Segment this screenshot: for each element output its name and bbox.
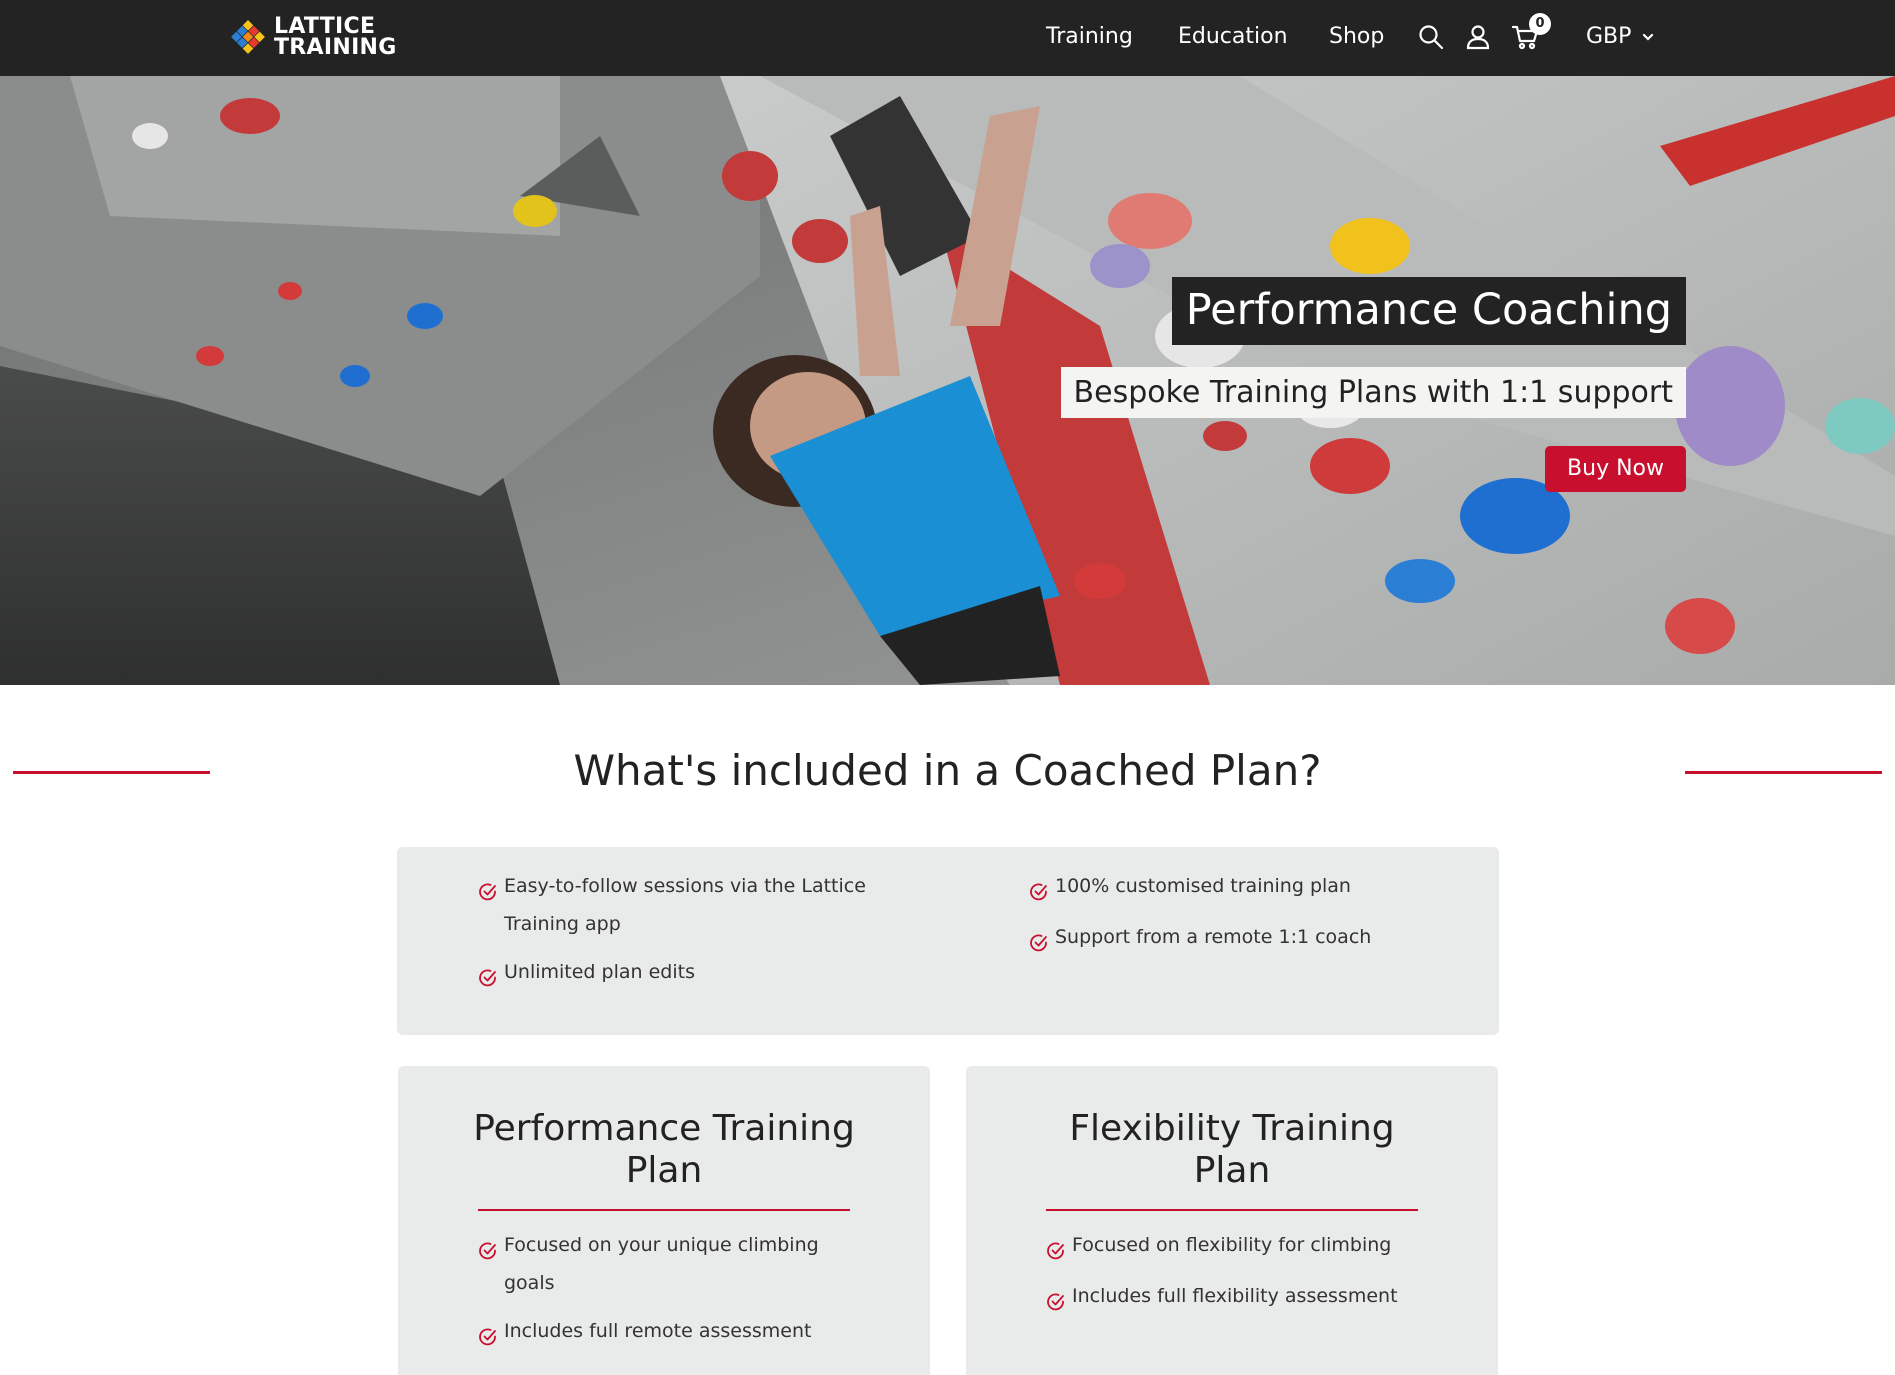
heading-rule-right	[1685, 771, 1882, 774]
hero-subtitle: Bespoke Training Plans with 1:1 support	[1060, 367, 1686, 418]
plan-feature-item: Includes full flexibility assessment	[1046, 1277, 1476, 1315]
logo-line-2: TRAINING	[274, 35, 397, 60]
plan-feature-text: Includes full remote assessment	[504, 1320, 812, 1342]
plan-feature-text: Includes full flexibility assessment	[1072, 1285, 1398, 1307]
feature-item: Unlimited plan edits	[478, 953, 898, 991]
plan-feature-text: Focused on flexibility for climbing	[1072, 1234, 1392, 1256]
feature-text: Support from a remote 1:1 coach	[1055, 926, 1372, 948]
feature-item: 100% customised training plan	[1029, 867, 1449, 905]
plan-title-rule	[478, 1209, 850, 1211]
performance-plan-card[interactable]: Performance Training Plan Focused on you…	[398, 1066, 930, 1375]
logo-line-1: LATTICE	[274, 14, 376, 39]
check-circle-icon	[1029, 928, 1049, 952]
check-circle-icon	[1029, 877, 1049, 901]
currency-selector[interactable]: GBP	[1586, 24, 1655, 49]
plan-title-line-1: Flexibility Training	[1069, 1108, 1395, 1149]
check-circle-icon	[478, 877, 498, 901]
buy-now-button[interactable]: Buy Now	[1545, 446, 1686, 492]
user-icon[interactable]	[1464, 23, 1492, 51]
chevron-down-icon	[1643, 33, 1654, 41]
nav-shop[interactable]: Shop	[1329, 24, 1384, 49]
plan-title: Flexibility Training Plan	[966, 1108, 1498, 1192]
plan-title-line-1: Performance Training	[473, 1108, 855, 1149]
cart-count-badge: 0	[1529, 13, 1551, 35]
feature-item: Easy-to-follow sessions via the Lattice …	[478, 867, 898, 943]
flexibility-plan-card[interactable]: Flexibility Training Plan Focused on fle…	[966, 1066, 1498, 1375]
feature-text-cont: Training app	[504, 913, 621, 935]
search-icon[interactable]	[1417, 23, 1445, 51]
check-circle-icon	[1046, 1287, 1066, 1311]
currency-label: GBP	[1586, 24, 1632, 49]
feature-item: Support from a remote 1:1 coach	[1029, 918, 1449, 956]
plan-feature-text: Focused on your unique climbing	[504, 1234, 819, 1256]
feature-text: Unlimited plan edits	[504, 961, 695, 983]
check-circle-icon	[478, 1322, 498, 1346]
hero-banner: Performance Coaching Bespoke Training Pl…	[0, 76, 1895, 685]
plan-title-line-2: Plan	[625, 1150, 703, 1191]
included-features-panel: Easy-to-follow sessions via the Lattice …	[397, 847, 1499, 1035]
site-header: LATTICE TRAINING Training Education Shop…	[0, 0, 1895, 76]
check-circle-icon	[1046, 1236, 1066, 1260]
plan-feature-item: Focused on flexibility for climbing	[1046, 1226, 1476, 1264]
included-heading: What's included in a Coached Plan?	[573, 746, 1322, 795]
plan-title-rule	[1046, 1209, 1418, 1211]
plan-title-line-2: Plan	[1193, 1150, 1271, 1191]
plan-title: Performance Training Plan	[398, 1108, 930, 1192]
logo[interactable]: LATTICE TRAINING	[228, 14, 397, 60]
nav-training[interactable]: Training	[1046, 24, 1133, 49]
plan-feature-item: Focused on your unique climbing goals	[478, 1226, 898, 1302]
plan-feature-item: Includes full remote assessment	[478, 1312, 898, 1350]
nav-education[interactable]: Education	[1178, 24, 1288, 49]
feature-text: 100% customised training plan	[1055, 875, 1351, 897]
plan-feature-text-cont: goals	[504, 1272, 555, 1294]
hero-title: Performance Coaching	[1171, 277, 1686, 345]
logo-diamond-icon	[231, 20, 265, 54]
check-circle-icon	[478, 963, 498, 987]
feature-text: Easy-to-follow sessions via the Lattice	[504, 875, 866, 897]
check-circle-icon	[478, 1236, 498, 1260]
